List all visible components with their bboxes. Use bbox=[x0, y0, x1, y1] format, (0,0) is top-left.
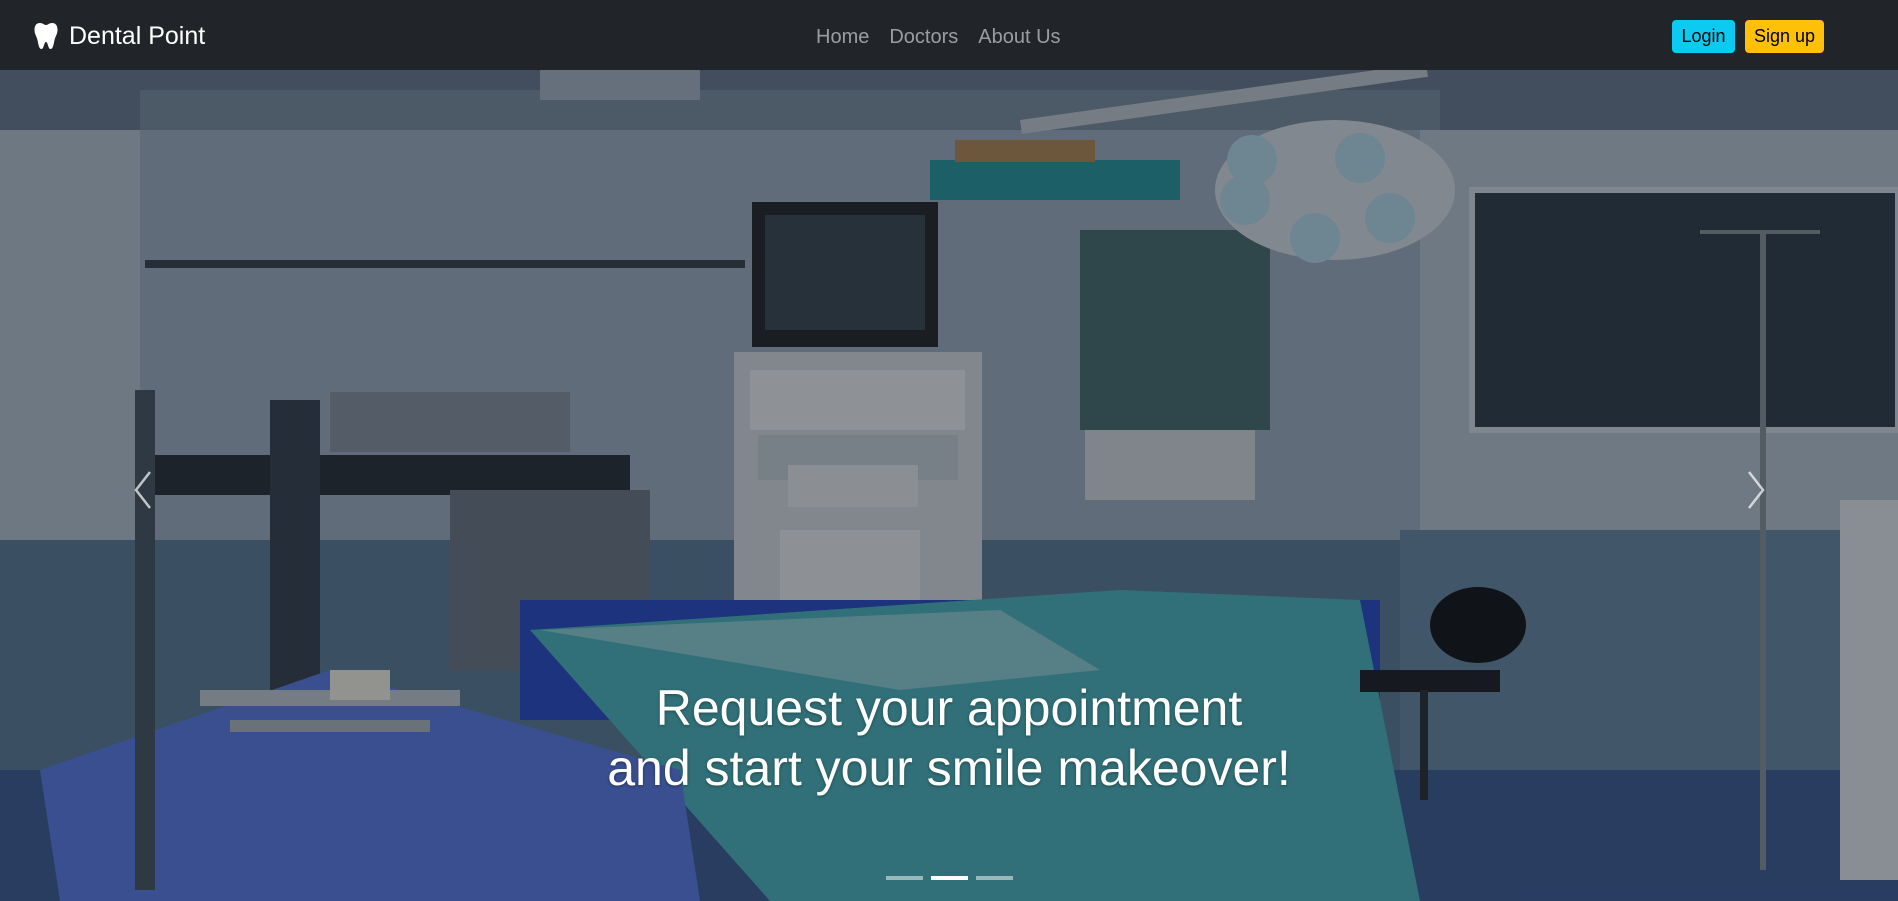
tooth-icon bbox=[34, 22, 58, 50]
nav-link-about-us[interactable]: About Us bbox=[978, 23, 1060, 51]
carousel-next-control[interactable] bbox=[1737, 460, 1777, 520]
brand-name: Dental Point bbox=[69, 22, 206, 50]
carousel-caption: Request your appointment and start your … bbox=[500, 678, 1398, 798]
signup-button[interactable]: Sign up bbox=[1745, 20, 1824, 53]
carousel-indicator-2[interactable] bbox=[931, 876, 968, 880]
nav-link-doctors[interactable]: Doctors bbox=[889, 23, 958, 51]
nav-link-home[interactable]: Home bbox=[816, 23, 869, 51]
chevron-right-icon bbox=[1737, 460, 1777, 520]
brand-link[interactable]: Dental Point bbox=[34, 22, 205, 50]
nav-links: Home Doctors About Us bbox=[816, 23, 1081, 51]
carousel-indicators bbox=[886, 876, 1021, 880]
carousel-indicator-1[interactable] bbox=[886, 876, 923, 880]
chevron-left-icon bbox=[122, 460, 162, 520]
caption-line-2: and start your smile makeover! bbox=[607, 740, 1291, 796]
hero-carousel: Request your appointment and start your … bbox=[0, 70, 1898, 901]
carousel-indicator-3[interactable] bbox=[976, 876, 1013, 880]
navbar: Dental Point Home Doctors About Us Login… bbox=[0, 0, 1898, 70]
login-button[interactable]: Login bbox=[1672, 20, 1735, 53]
carousel-prev-control[interactable] bbox=[122, 460, 162, 520]
caption-line-1: Request your appointment bbox=[655, 680, 1243, 736]
